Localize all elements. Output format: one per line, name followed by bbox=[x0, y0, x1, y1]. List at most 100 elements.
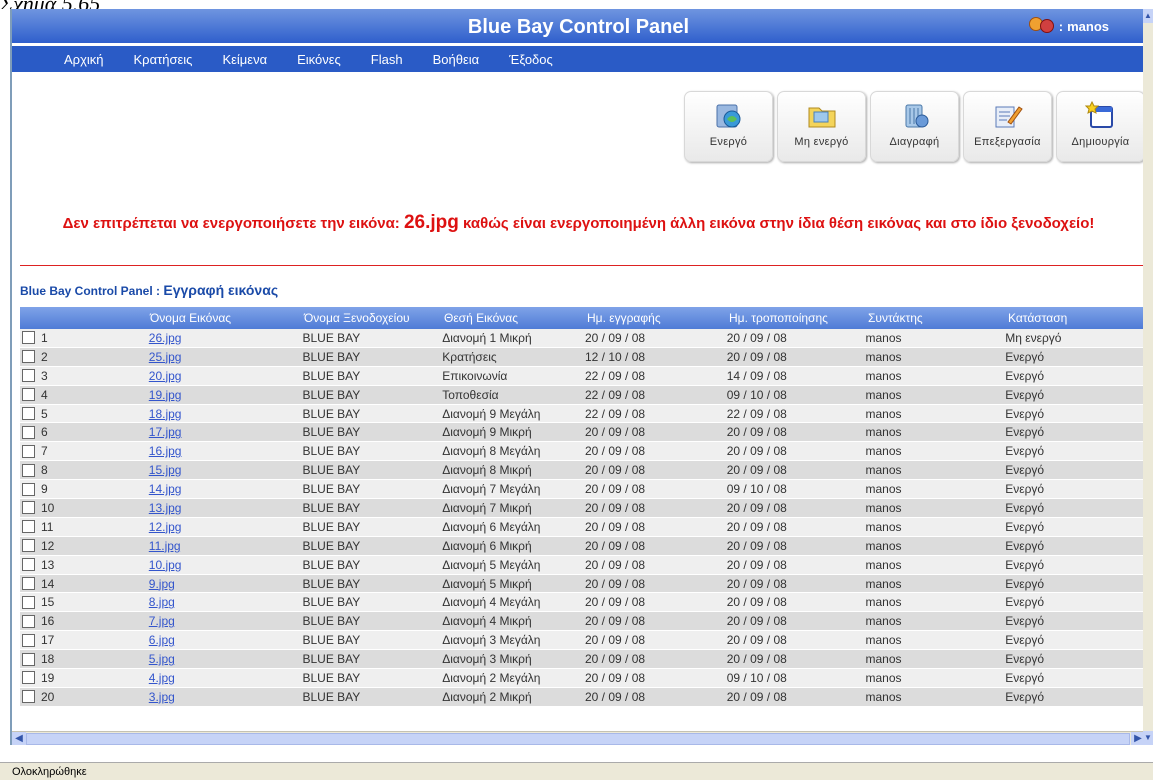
activate-button[interactable]: Ενεργό bbox=[684, 91, 773, 162]
menu-item-help[interactable]: Βοήθεια bbox=[433, 52, 480, 67]
image-name-link[interactable]: 14.jpg bbox=[149, 482, 303, 496]
image-position: Διανομή 9 Μεγάλη bbox=[442, 406, 541, 421]
row-select-cell: 12 bbox=[20, 539, 149, 553]
deactivate-button[interactable]: Μη ενεργό bbox=[777, 91, 866, 162]
hotel-name: BLUE BAY bbox=[302, 463, 361, 478]
modified-date: 09 / 10 / 08 bbox=[726, 670, 787, 685]
row-select-cell: 5 bbox=[20, 407, 149, 421]
vertical-scrollbar[interactable]: ▲ ▼ bbox=[1143, 9, 1153, 745]
row-checkbox[interactable] bbox=[22, 501, 35, 515]
row-checkbox[interactable] bbox=[22, 444, 35, 458]
created-date: 20 / 09 / 08 bbox=[585, 557, 646, 572]
modified-date: 20 / 09 / 08 bbox=[726, 614, 787, 629]
image-position: Διανομή 3 Μεγάλη bbox=[442, 633, 541, 648]
row-number: 18 bbox=[41, 652, 55, 667]
create-button[interactable]: Δημιουργία bbox=[1056, 91, 1145, 162]
scroll-left-icon[interactable]: ◀ bbox=[12, 732, 26, 745]
row-checkbox[interactable] bbox=[22, 482, 35, 496]
row-checkbox[interactable] bbox=[22, 671, 35, 685]
table-row: 8 15.jpg BLUE BAY Διανομή 8 Μικρή 20 / 09 / … bbox=[20, 461, 1145, 481]
row-checkbox[interactable] bbox=[22, 369, 35, 383]
menu-item-exit[interactable]: Έξοδος bbox=[509, 52, 553, 67]
image-name-link[interactable]: 4.jpg bbox=[149, 671, 303, 685]
col-image-name-header[interactable]: Όνομα Εικόνας bbox=[147, 311, 301, 325]
row-checkbox[interactable] bbox=[22, 331, 35, 345]
row-checkbox[interactable] bbox=[22, 388, 35, 402]
scroll-down-icon[interactable]: ▼ bbox=[1143, 731, 1153, 745]
status: Ενεργό bbox=[1005, 538, 1045, 553]
image-name-link[interactable]: 20.jpg bbox=[149, 369, 303, 383]
created-date: 20 / 09 / 08 bbox=[585, 519, 646, 534]
image-name-link[interactable]: 12.jpg bbox=[149, 520, 303, 534]
row-number: 5 bbox=[41, 406, 48, 421]
row-checkbox[interactable] bbox=[22, 633, 35, 647]
created-date: 20 / 09 / 08 bbox=[585, 463, 646, 478]
row-number: 20 bbox=[41, 689, 55, 704]
modified-date: 20 / 09 / 08 bbox=[726, 519, 787, 534]
image-name-link[interactable]: 18.jpg bbox=[149, 407, 303, 421]
image-name-link[interactable]: 13.jpg bbox=[149, 501, 303, 515]
status: Ενεργό bbox=[1005, 689, 1045, 704]
table-row: 7 16.jpg BLUE BAY Διανομή 8 Μεγάλη 20 / 09 /… bbox=[20, 442, 1145, 462]
image-name-link[interactable]: 3.jpg bbox=[149, 690, 303, 704]
row-checkbox[interactable] bbox=[22, 463, 35, 477]
breadcrumb-separator: : bbox=[152, 284, 164, 298]
edit-button[interactable]: Επεξεργασία bbox=[963, 91, 1052, 162]
image-position: Διανομή 4 Μικρή bbox=[442, 614, 532, 629]
col-hotel-name-header[interactable]: Όνομα Ξενοδοχείου bbox=[301, 311, 441, 325]
menu-item-flash[interactable]: Flash bbox=[371, 52, 403, 67]
row-checkbox[interactable] bbox=[22, 652, 35, 666]
row-checkbox[interactable] bbox=[22, 690, 35, 704]
col-modified-header[interactable]: Ημ. τροποποίησης bbox=[726, 311, 865, 325]
row-checkbox[interactable] bbox=[22, 595, 35, 609]
figure-caption: Σχήμα 5.65 bbox=[0, 0, 100, 9]
menu-item-home[interactable]: Αρχική bbox=[64, 52, 104, 67]
image-name-link[interactable]: 10.jpg bbox=[149, 558, 303, 572]
row-checkbox[interactable] bbox=[22, 407, 35, 420]
horizontal-scroll-thumb[interactable] bbox=[26, 733, 1130, 745]
col-created-header[interactable]: Ημ. εγγραφής bbox=[584, 311, 726, 325]
row-checkbox[interactable] bbox=[22, 539, 35, 553]
row-checkbox[interactable] bbox=[22, 614, 35, 628]
status: Ενεργό bbox=[1005, 500, 1045, 515]
created-date: 22 / 09 / 08 bbox=[585, 368, 646, 383]
col-status-header[interactable]: Κατάσταση bbox=[1005, 311, 1145, 325]
row-checkbox[interactable] bbox=[22, 558, 35, 572]
col-author-header[interactable]: Συντάκτης bbox=[865, 311, 1005, 325]
recycle-bin-icon bbox=[905, 104, 928, 128]
horizontal-scrollbar[interactable]: ◀ ▶ bbox=[12, 731, 1145, 745]
image-name-link[interactable]: 26.jpg bbox=[149, 331, 303, 345]
image-name-link[interactable]: 25.jpg bbox=[149, 350, 303, 364]
image-name-link[interactable]: 15.jpg bbox=[149, 463, 303, 477]
image-name-link[interactable]: 9.jpg bbox=[149, 577, 303, 591]
author: manos bbox=[865, 368, 902, 383]
main-menu: Αρχική Κρατήσεις Κείμενα Εικόνες Flash Β… bbox=[12, 46, 1145, 72]
status: Ενεργό bbox=[1005, 463, 1045, 478]
image-name-link[interactable]: 11.jpg bbox=[149, 539, 303, 553]
scroll-up-icon[interactable]: ▲ bbox=[1143, 9, 1153, 23]
col-position-header[interactable]: Θεσή Εικόνας bbox=[441, 311, 584, 325]
menu-item-texts[interactable]: Κείμενα bbox=[222, 52, 267, 67]
row-select-cell: 13 bbox=[20, 558, 149, 572]
menu-item-reservations[interactable]: Κρατήσεις bbox=[134, 52, 193, 67]
status: Ενεργό bbox=[1005, 652, 1045, 667]
row-checkbox[interactable] bbox=[22, 350, 35, 364]
row-checkbox[interactable] bbox=[22, 520, 35, 534]
author: manos bbox=[865, 595, 902, 610]
menu-item-images[interactable]: Εικόνες bbox=[297, 52, 341, 67]
author: manos bbox=[865, 519, 902, 534]
create-label: Δημιουργία bbox=[1071, 136, 1130, 148]
image-name-link[interactable]: 17.jpg bbox=[149, 425, 303, 439]
row-checkbox[interactable] bbox=[22, 425, 35, 439]
error-message: Δεν επιτρέπεται να ενεργοποιήσετε την ει… bbox=[12, 212, 1145, 234]
image-name-link[interactable]: 7.jpg bbox=[149, 614, 303, 628]
table-row: 20 3.jpg BLUE BAY Διανομή 2 Μικρή 20 / 09 / … bbox=[20, 687, 1145, 707]
row-number: 14 bbox=[41, 576, 55, 591]
row-checkbox[interactable] bbox=[22, 577, 35, 591]
image-name-link[interactable]: 8.jpg bbox=[149, 595, 303, 609]
delete-button[interactable]: Διαγραφή bbox=[870, 91, 959, 162]
image-name-link[interactable]: 6.jpg bbox=[149, 633, 303, 647]
image-name-link[interactable]: 16.jpg bbox=[149, 444, 303, 458]
image-name-link[interactable]: 5.jpg bbox=[149, 652, 303, 666]
image-name-link[interactable]: 19.jpg bbox=[149, 388, 303, 402]
